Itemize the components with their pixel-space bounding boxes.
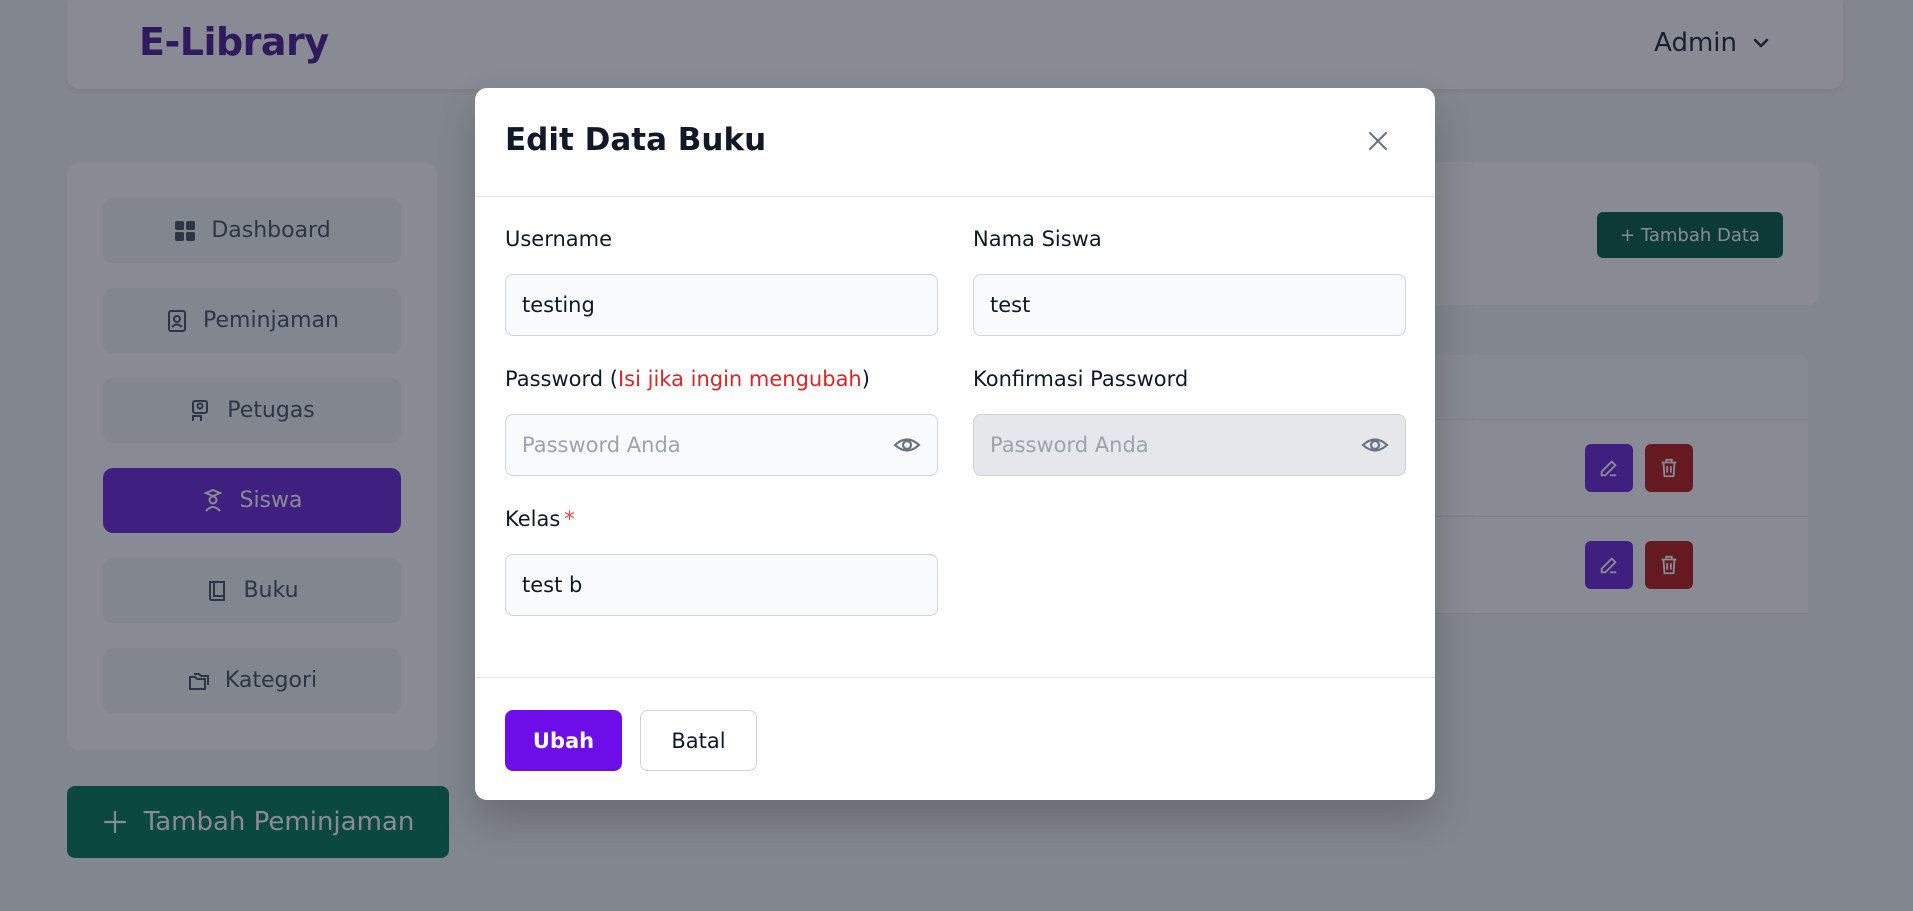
username-label: Username bbox=[505, 227, 613, 251]
password-label-close: ) bbox=[861, 367, 870, 391]
required-mark: * bbox=[564, 507, 575, 531]
kelas-field: Kelas * test b bbox=[505, 507, 938, 616]
password-label: Password (Isi jika ingin mengubah) bbox=[505, 367, 938, 397]
submit-button[interactable]: Ubah bbox=[505, 710, 622, 771]
eye-icon bbox=[893, 438, 921, 452]
edit-modal: Edit Data Buku Username testing Nama Sis… bbox=[475, 88, 1435, 800]
username-input[interactable]: testing bbox=[505, 274, 938, 336]
kelas-input[interactable]: test b bbox=[505, 554, 938, 616]
modal-title: Edit Data Buku bbox=[505, 122, 767, 158]
modal-header: Edit Data Buku bbox=[475, 88, 1435, 197]
password-hint: Isi jika ingin mengubah bbox=[617, 367, 862, 391]
password-placeholder: Password Anda bbox=[522, 433, 681, 457]
username-field: Username testing bbox=[505, 227, 938, 336]
konfirmasi-password-label: Konfirmasi Password bbox=[973, 367, 1189, 391]
eye-icon bbox=[1361, 438, 1389, 452]
kelas-label-text: Kelas bbox=[505, 507, 561, 531]
konfirmasi-password-input[interactable]: Password Anda bbox=[973, 414, 1406, 476]
cancel-button[interactable]: Batal bbox=[640, 710, 757, 771]
kelas-value: test b bbox=[522, 573, 583, 597]
password-field: Password (Isi jika ingin mengubah) Passw… bbox=[505, 367, 938, 476]
nama-siswa-field: Nama Siswa test bbox=[973, 227, 1406, 336]
kelas-label: Kelas * bbox=[505, 507, 938, 537]
password-label-text: Password ( bbox=[505, 367, 618, 391]
nama-siswa-label: Nama Siswa bbox=[973, 227, 1102, 251]
konfirmasi-password-placeholder: Password Anda bbox=[990, 433, 1149, 457]
show-confirm-password-toggle[interactable] bbox=[1361, 431, 1389, 459]
close-button[interactable] bbox=[1363, 126, 1393, 156]
password-input[interactable]: Password Anda bbox=[505, 414, 938, 476]
modal-footer: Ubah Batal bbox=[475, 677, 1435, 800]
close-icon bbox=[1369, 132, 1387, 150]
konfirmasi-password-field: Konfirmasi Password Password Anda bbox=[973, 367, 1406, 476]
show-password-toggle[interactable] bbox=[893, 431, 921, 459]
nama-siswa-input[interactable]: test bbox=[973, 274, 1406, 336]
username-value: testing bbox=[522, 293, 595, 317]
nama-siswa-value: test bbox=[990, 293, 1031, 317]
